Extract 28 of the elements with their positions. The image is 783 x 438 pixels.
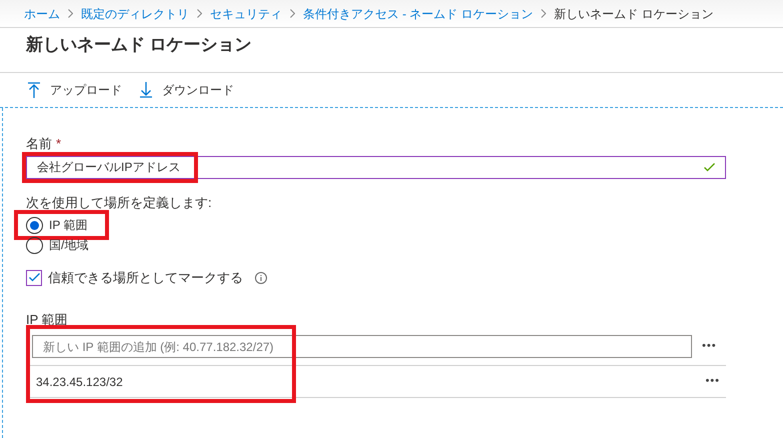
more-button[interactable]: •••	[705, 373, 720, 390]
ip-range-value: 34.23.45.123/32	[36, 374, 124, 390]
chevron-icon	[541, 9, 546, 18]
more-button[interactable]: •••	[702, 338, 717, 355]
option-legend: 次を使用して場所を定義します:	[26, 192, 757, 212]
name-field[interactable]: 会社グローバルIPアドレス	[26, 156, 726, 178]
breadcrumb-link[interactable]: ホーム	[24, 4, 60, 22]
breadcrumb-link[interactable]: 既定のディレクトリ	[81, 4, 189, 22]
checkbox[interactable]	[26, 270, 42, 286]
ip-range-field[interactable]: 新しい IP 範囲の追加 (例: 40.77.182.32/27)	[32, 335, 692, 358]
chevron-icon	[290, 9, 295, 18]
field-label: 名前	[26, 135, 52, 153]
download-icon	[140, 82, 152, 98]
upload-icon	[28, 82, 40, 98]
chevron-icon	[68, 9, 73, 18]
download-button[interactable]: ダウンロード	[140, 81, 234, 99]
required-mark: *	[56, 135, 62, 153]
section-label: IP 範囲	[26, 310, 69, 328]
checkbox-label: 信頼できる場所としてマークする	[48, 269, 243, 287]
chevron-icon	[197, 9, 202, 18]
breadcrumb-current: 新しいネームド ロケーション	[554, 6, 714, 22]
breadcrumb-link[interactable]: セキュリティ	[210, 4, 282, 22]
info-icon	[255, 272, 267, 284]
breadcrumb-link[interactable]: 条件付きアクセス - ネームド ロケーション	[303, 4, 533, 22]
upload-button[interactable]: アップロード	[28, 81, 122, 99]
radio-option[interactable]: 国/地域	[26, 236, 88, 254]
radio-option[interactable]: IP 範囲	[26, 216, 88, 234]
page-title: 新しいネームド ロケーション	[26, 34, 253, 56]
